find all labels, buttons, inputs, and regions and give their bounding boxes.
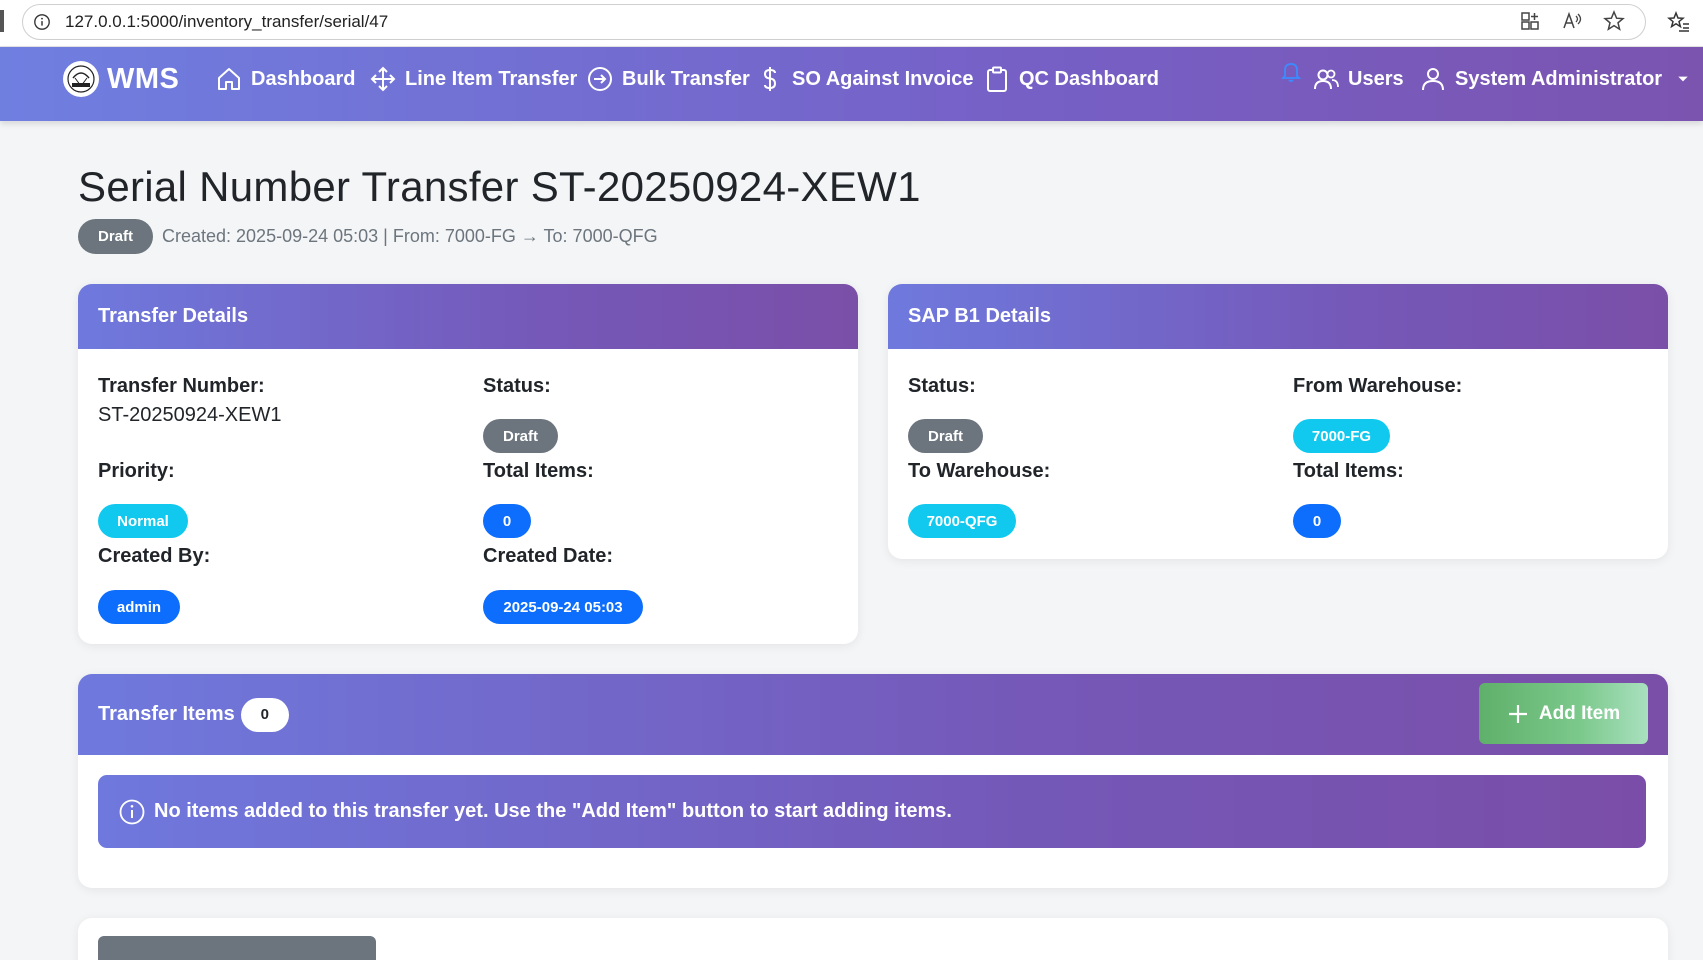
sap-details-header: SAP B1 Details [888,284,1668,349]
plus-icon [1508,704,1527,723]
arrow-right-circle-icon [588,67,612,91]
created-by-label: Created By: [98,545,211,567]
sap-status-badge: Draft [908,419,983,453]
bottom-card-button[interactable] [98,936,376,960]
info-icon[interactable] [33,13,51,31]
nav-users-label: Users [1348,67,1404,90]
total-items-badge: 0 [483,504,531,538]
sap-total-items-badge: 0 [1293,504,1341,538]
empty-items-alert: No items added to this transfer yet. Use… [98,775,1646,848]
page-title: Serial Number Transfer ST-20250924-XEW1 [78,163,921,210]
info-circle-icon [119,799,145,824]
to-warehouse-badge: 7000-QFG [908,504,1016,538]
house-icon [218,68,240,90]
status-badge: Draft [483,419,558,453]
app-available-icon[interactable] [1519,10,1541,32]
from-warehouse-label: From Warehouse: [1293,375,1463,397]
transfer-items-header: Transfer Items 0 Add Item [78,674,1668,755]
nav-line-item-transfer[interactable]: Line Item Transfer [369,65,577,93]
from-warehouse-badge: 7000-FG [1293,419,1390,453]
top-navbar: WMS Dashboard Line Item Transfer Bulk Tr… [0,47,1703,121]
read-aloud-icon[interactable] [1561,10,1583,32]
status-badge: Draft [78,219,153,254]
clipboard-icon [987,66,1007,92]
nav-so-against-invoice-label: SO Against Invoice [792,67,974,90]
user-name-label: System Administrator [1455,67,1663,90]
empty-items-message: No items added to this transfer yet. Use… [154,800,952,822]
transfer-number-label: Transfer Number: [98,375,265,397]
items-count-badge: 0 [240,697,289,732]
created-by-badge: admin [98,590,180,624]
sap-total-items-label: Total Items: [1293,460,1404,482]
nav-line-item-transfer-label: Line Item Transfer [405,67,578,90]
nav-bulk-transfer[interactable]: Bulk Transfer [586,65,750,93]
nav-users[interactable]: Users [1312,65,1404,93]
transfer-items-title: Transfer Items [98,703,235,725]
nav-qc-dashboard-label: QC Dashboard [1019,67,1160,90]
sap-status-label: Status: [908,375,976,397]
sap-details-card: SAP B1 Details Status: Draft From Wareho… [888,284,1668,559]
arrows-move-icon [370,66,396,92]
created-date-label: Created Date: [483,545,614,567]
priority-badge: Normal [98,504,188,538]
brand-name: WMS [107,62,180,95]
bell-icon[interactable] [1279,60,1303,84]
nav-dashboard[interactable]: Dashboard [215,65,355,93]
dollar-icon [763,67,777,91]
status-label: Status: [483,375,551,397]
favorite-star-icon[interactable] [1603,10,1625,32]
transfer-details-card: Transfer Details Transfer Number: ST-202… [78,284,858,644]
nav-so-against-invoice[interactable]: SO Against Invoice [756,65,974,93]
brand-logo [63,61,99,97]
nav-qc-dashboard[interactable]: QC Dashboard [983,65,1159,93]
browser-toolbar: 127.0.0.1:5000/inventory_transfer/serial… [0,0,1703,47]
add-item-label: Add Item [1538,702,1621,724]
favorites-icon[interactable] [1667,10,1691,34]
to-warehouse-label: To Warehouse: [908,460,1051,482]
people-icon [1314,69,1339,90]
user-menu-dropdown[interactable]: System Administrator [1419,65,1694,93]
transfer-details-header: Transfer Details [78,284,858,349]
nav-dashboard-label: Dashboard [251,67,356,90]
tab-edge [0,10,4,32]
created-date-badge: 2025-09-24 05:03 [483,590,643,624]
total-items-label: Total Items: [483,460,594,482]
add-item-button[interactable]: Add Item [1479,683,1648,744]
transfer-number-value: ST-20250924-XEW1 [98,404,282,426]
priority-label: Priority: [98,460,175,482]
person-icon [1422,68,1444,91]
brand-link[interactable]: WMS [63,61,179,97]
page-subtitle: Created: 2025-09-24 05:03 | From: 7000-F… [162,226,658,246]
address-bar[interactable]: 127.0.0.1:5000/inventory_transfer/serial… [22,4,1646,40]
caret-down-icon [1678,76,1688,82]
bottom-card [78,918,1668,960]
nav-bulk-transfer-label: Bulk Transfer [622,67,750,90]
url-text[interactable]: 127.0.0.1:5000/inventory_transfer/serial… [65,12,388,32]
transfer-items-card: Transfer Items 0 Add Item No items added… [78,674,1668,888]
